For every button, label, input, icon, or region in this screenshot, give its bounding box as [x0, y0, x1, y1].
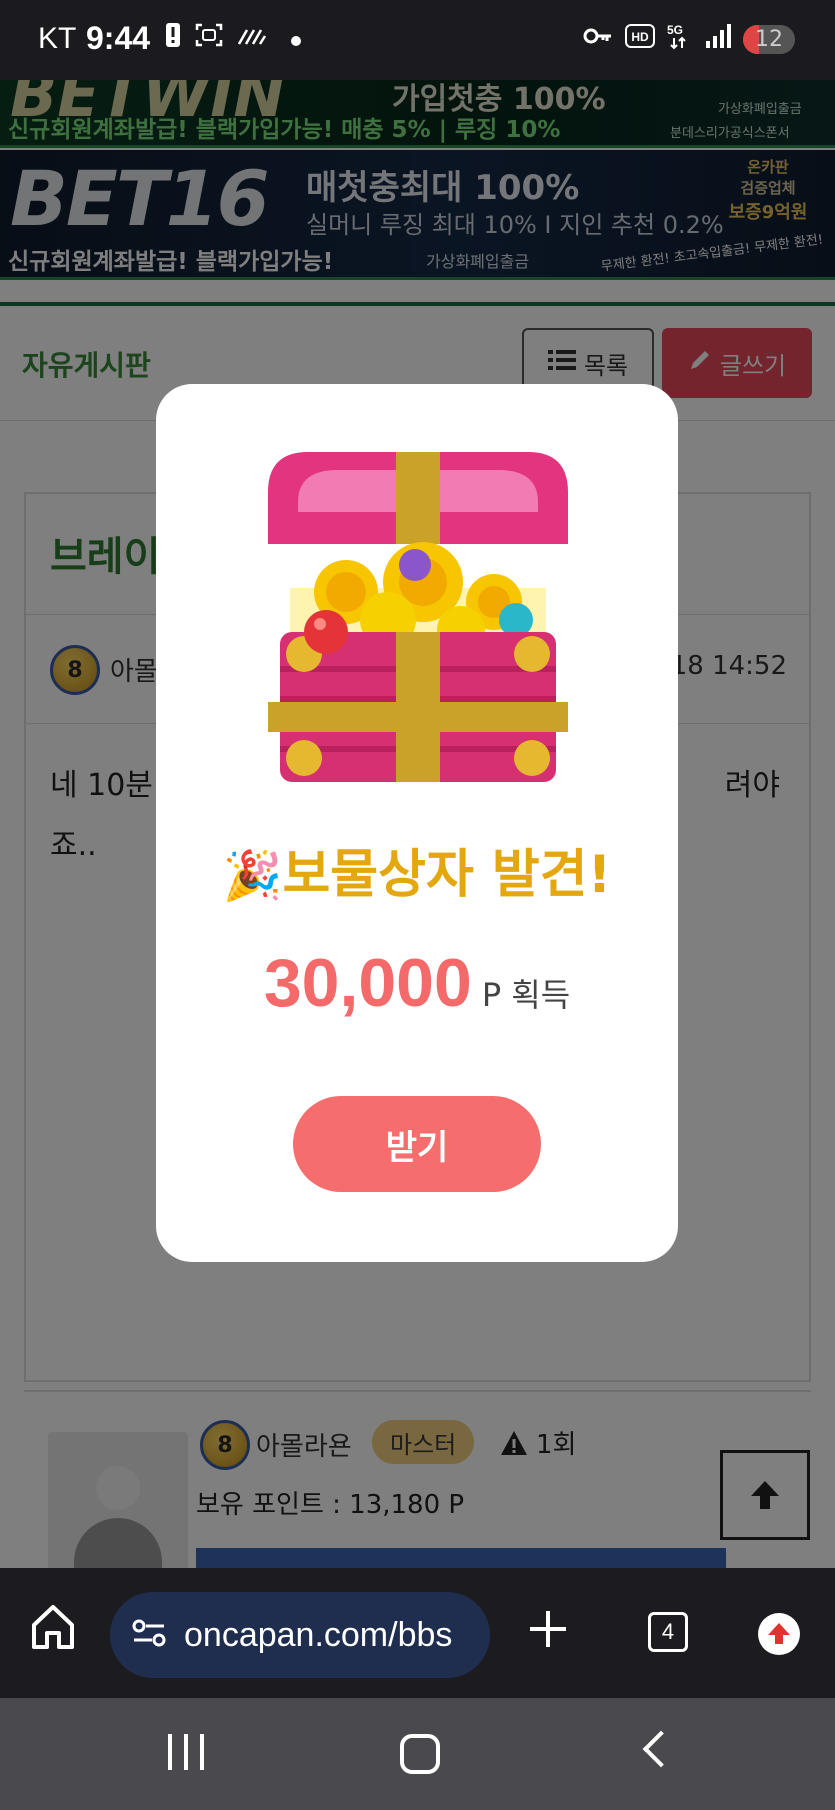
status-left-icons	[165, 22, 301, 54]
key-icon	[583, 26, 613, 52]
carrier-label: KT	[38, 22, 77, 55]
svg-text:HD: HD	[631, 30, 649, 44]
site-settings-icon[interactable]	[132, 1619, 166, 1651]
svg-text:5G: 5G	[667, 23, 683, 37]
modal-title: 🎉보물상자 발견!	[156, 832, 678, 907]
update-button[interactable]	[758, 1613, 800, 1655]
party-popper-icon: 🎉	[222, 848, 283, 904]
status-right-icons: HD 5G 12	[583, 22, 795, 56]
address-bar[interactable]: oncapan.com/bbs	[110, 1592, 490, 1678]
reward-display: 30,000 P 획득	[156, 944, 678, 1022]
plus-icon	[530, 1611, 566, 1647]
browser-home-button[interactable]	[30, 1603, 80, 1663]
recents-button[interactable]	[168, 1734, 204, 1770]
status-bar: KT 9:44 HD 5G 12	[0, 0, 835, 80]
home-icon	[32, 1605, 74, 1649]
alert-icon	[165, 22, 181, 54]
treasure-chest-icon	[268, 452, 568, 782]
tab-switcher-button[interactable]: 4	[648, 1612, 688, 1652]
new-tab-button[interactable]	[528, 1606, 568, 1656]
screenshot-icon	[195, 22, 223, 54]
reward-amount: 30,000	[263, 945, 472, 1021]
network-5g-icon: 5G	[667, 22, 693, 56]
home-nav-button[interactable]	[400, 1734, 440, 1774]
battery-indicator: 12	[743, 24, 795, 54]
dot-icon	[291, 24, 301, 52]
clock: 9:44	[86, 20, 151, 56]
browser-toolbar: oncapan.com/bbs 4	[0, 1568, 835, 1698]
url-text: oncapan.com/bbs	[184, 1615, 453, 1654]
signal-icon	[705, 23, 731, 55]
nfc-icon	[237, 24, 267, 52]
hd-icon: HD	[625, 24, 655, 54]
treasure-modal: 🎉보물상자 발견! 30,000 P 획득 받기	[156, 384, 678, 1262]
modal-title-text: 보물상자 발견!	[282, 845, 612, 905]
claim-button[interactable]: 받기	[293, 1096, 541, 1192]
reward-unit: P 획득	[481, 976, 571, 1014]
update-arrow-icon	[768, 1623, 790, 1644]
system-nav-bar	[0, 1698, 835, 1810]
back-button[interactable]	[642, 1730, 680, 1768]
